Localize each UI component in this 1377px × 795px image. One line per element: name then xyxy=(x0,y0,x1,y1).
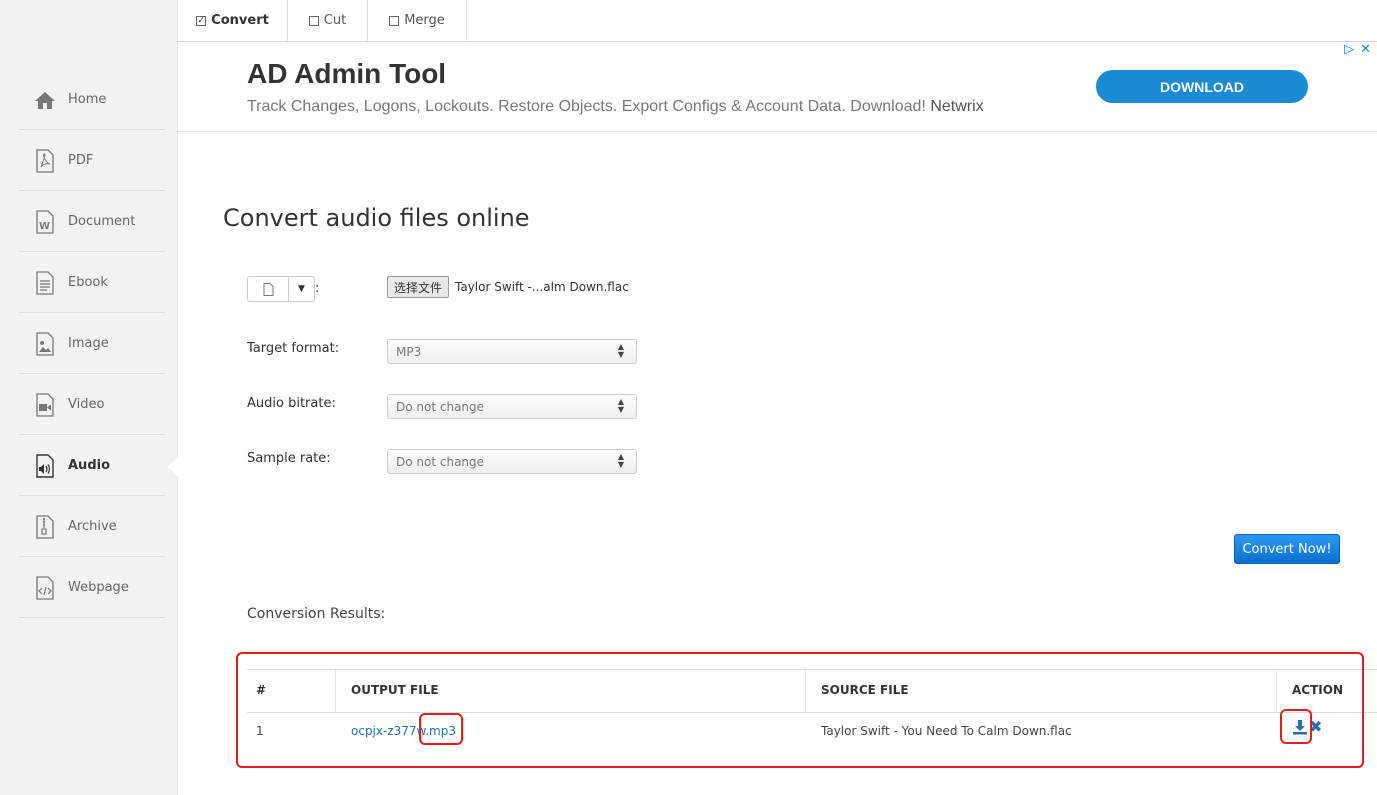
tab-merge[interactable]: Merge xyxy=(368,0,467,41)
close-icon[interactable]: ✕ xyxy=(1360,42,1371,57)
header-action: ACTION xyxy=(1292,683,1343,697)
updown-arrows-icon: ▲ ▼ xyxy=(617,397,624,414)
home-icon xyxy=(33,88,57,112)
convert-now-button[interactable]: Convert Now! xyxy=(1234,534,1340,564)
tab-label: Convert xyxy=(211,13,269,28)
sidebar-item-label: Document xyxy=(68,214,136,229)
archive-icon xyxy=(33,514,57,539)
output-file-link[interactable]: ocpjx-z377w.mp3 xyxy=(351,724,456,738)
tab-label: Merge xyxy=(404,13,445,28)
svg-text:W: W xyxy=(39,221,50,232)
sidebar-item-document[interactable]: W Document xyxy=(19,192,165,252)
sidebar-item-label: Image xyxy=(68,336,109,351)
sidebar-item-label: Webpage xyxy=(68,580,129,595)
column-divider xyxy=(1276,670,1277,712)
checkbox-checked-icon: ✓ xyxy=(196,15,207,26)
video-icon xyxy=(33,392,57,417)
column-divider xyxy=(335,670,336,712)
chosen-file-name: Taylor Swift -...alm Down.flac xyxy=(455,280,629,294)
table-header: # OUTPUT FILE SOURCE FILE ACTION xyxy=(247,669,1377,713)
webpage-icon xyxy=(33,575,57,600)
sidebar: Home PDF W Document Ebook Image Video Au… xyxy=(0,0,178,795)
image-icon xyxy=(33,331,57,356)
file-source-selector[interactable]: ▼ xyxy=(247,276,315,302)
audio-bitrate-label: Audio bitrate: xyxy=(247,396,336,411)
table-row: 1 ocpjx-z377w.mp3 Taylor Swift - You Nee… xyxy=(247,713,1377,749)
download-icon[interactable] xyxy=(1292,719,1308,735)
audio-bitrate-select[interactable]: Do not change ▲ ▼ xyxy=(387,394,637,419)
row-num: 1 xyxy=(256,724,264,738)
updown-arrows-icon: ▲ ▼ xyxy=(617,342,624,359)
select-value: MP3 xyxy=(396,344,422,359)
target-format-label: Target format: xyxy=(247,341,340,356)
header-output-file: OUTPUT FILE xyxy=(351,683,439,697)
checkbox-empty-icon xyxy=(308,15,319,26)
sidebar-item-webpage[interactable]: Webpage xyxy=(19,558,165,618)
ad-description-text: Track Changes, Logons, Lockouts. Restore… xyxy=(247,98,926,115)
audio-icon xyxy=(33,453,57,478)
adchoices-icon[interactable]: ▷ xyxy=(1344,42,1354,57)
ad-title[interactable]: AD Admin Tool xyxy=(247,58,446,90)
choose-file-button[interactable]: 选择文件 xyxy=(387,276,450,298)
sidebar-item-label: Ebook xyxy=(68,275,108,290)
sidebar-item-label: Archive xyxy=(68,519,117,534)
sidebar-item-video[interactable]: Video xyxy=(19,375,165,435)
target-format-select[interactable]: MP3 ▲ ▼ xyxy=(387,339,637,364)
select-value: Do not change xyxy=(396,454,485,469)
results-heading: Conversion Results: xyxy=(247,606,386,622)
tab-cut[interactable]: Cut xyxy=(288,0,368,41)
ad-brand: Netwrix xyxy=(930,98,984,115)
updown-arrows-icon: ▲ ▼ xyxy=(617,452,624,469)
ad-banner[interactable]: AD Admin Tool Track Changes, Logons, Loc… xyxy=(178,42,1377,132)
sample-rate-label: Sample rate: xyxy=(247,451,331,466)
checkbox-empty-icon xyxy=(389,15,400,26)
sidebar-item-pdf[interactable]: PDF xyxy=(19,131,165,191)
sidebar-item-audio[interactable]: Audio xyxy=(19,436,165,496)
ad-download-button[interactable]: DOWNLOAD xyxy=(1096,70,1308,103)
sidebar-item-ebook[interactable]: Ebook xyxy=(19,253,165,313)
tab-label: Cut xyxy=(323,13,347,28)
sidebar-item-archive[interactable]: Archive xyxy=(19,497,165,557)
select-value: Do not change xyxy=(396,399,485,414)
ad-description[interactable]: Track Changes, Logons, Lockouts. Restore… xyxy=(247,98,984,116)
column-divider xyxy=(805,670,806,712)
results-table: # OUTPUT FILE SOURCE FILE ACTION 1 ocpjx… xyxy=(247,669,1377,749)
active-pointer xyxy=(168,457,178,477)
sidebar-item-label: PDF xyxy=(68,153,94,168)
sidebar-item-label: Video xyxy=(68,397,105,412)
sidebar-item-label: Audio xyxy=(68,458,111,473)
ebook-icon xyxy=(33,270,57,295)
ad-controls: ▷ ✕ xyxy=(1344,42,1371,57)
chevron-down-icon[interactable]: ▼ xyxy=(289,277,314,301)
document-icon: W xyxy=(33,209,57,234)
tab-convert[interactable]: ✓ Convert xyxy=(178,0,288,41)
header-source-file: SOURCE FILE xyxy=(821,683,909,697)
sidebar-item-home[interactable]: Home xyxy=(19,70,165,130)
sidebar-item-label: Home xyxy=(68,92,107,107)
tab-bar: ✓ Convert Cut Merge xyxy=(178,0,1377,42)
source-file-name: Taylor Swift - You Need To Calm Down.fla… xyxy=(821,724,1072,738)
file-icon[interactable] xyxy=(248,277,289,301)
pdf-icon xyxy=(33,148,57,173)
delete-icon[interactable]: ✖ xyxy=(1309,719,1322,735)
sidebar-item-image[interactable]: Image xyxy=(19,314,165,374)
page-title: Convert audio files online xyxy=(223,204,530,233)
header-num: # xyxy=(256,683,267,697)
file-colon: : xyxy=(315,281,320,296)
sample-rate-select[interactable]: Do not change ▲ ▼ xyxy=(387,449,637,474)
